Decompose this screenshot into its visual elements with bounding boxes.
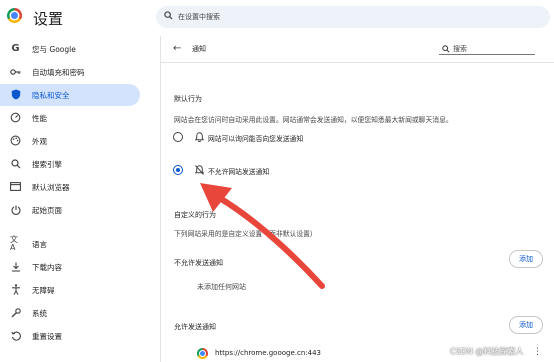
power-icon bbox=[10, 204, 21, 215]
notifications-search-field[interactable]: 搜索 bbox=[439, 43, 535, 55]
sidebar-item-default-browser[interactable]: 默认浏览器 bbox=[0, 176, 140, 198]
browser-window-icon bbox=[10, 181, 21, 192]
sidebar-item-label: 隐私和安全 bbox=[32, 91, 70, 100]
sidebar-item-label: 自动填充和密码 bbox=[32, 68, 85, 77]
radio-allow-ask[interactable] bbox=[173, 132, 183, 142]
palette-icon bbox=[10, 135, 21, 146]
translate-icon: 文A bbox=[10, 234, 18, 252]
key-icon bbox=[10, 66, 21, 77]
google-g-icon: G bbox=[11, 42, 20, 54]
settings-search-box[interactable] bbox=[156, 6, 550, 28]
sidebar-item-autofill[interactable]: 自动填充和密码 bbox=[0, 61, 140, 83]
site-url: https://chrome.goooge.cn:443 bbox=[215, 349, 322, 357]
shield-icon bbox=[10, 89, 21, 100]
notifications-search-placeholder: 搜索 bbox=[453, 45, 467, 53]
radio-block-notifications[interactable] bbox=[173, 165, 183, 175]
back-arrow-icon[interactable]: ← bbox=[173, 43, 181, 54]
download-icon bbox=[10, 261, 21, 272]
app-title: 设置 bbox=[33, 10, 64, 28]
add-allowed-site-button[interactable]: 添加 bbox=[509, 316, 543, 334]
sidebar-item-reset[interactable]: 重置设置 bbox=[0, 325, 140, 347]
site-favicon-icon bbox=[197, 348, 208, 359]
sidebar-item-label: 语言 bbox=[32, 240, 47, 249]
panel-header: ← 通知 搜索 bbox=[161, 36, 554, 62]
sidebar-item-label: 性能 bbox=[32, 114, 47, 123]
sidebar-item-label: 您与 Google bbox=[32, 45, 76, 54]
header-divider bbox=[161, 62, 554, 63]
option-allow-ask-label: 网站可以询问能否向您发送通知 bbox=[208, 135, 304, 143]
sidebar-item-label: 外观 bbox=[32, 137, 47, 146]
top-bar: 设置 bbox=[0, 0, 554, 36]
sidebar-item-label: 起始页面 bbox=[32, 206, 62, 215]
add-blocked-site-button[interactable]: 添加 bbox=[509, 250, 543, 268]
search-icon bbox=[164, 11, 173, 20]
wrench-icon bbox=[10, 307, 21, 318]
watermark-text: CSDN @科技探索人 bbox=[450, 347, 524, 356]
blocked-sites-title: 不允许发送通知 bbox=[174, 259, 223, 267]
option-block-label: 不允许网站发送通知 bbox=[208, 168, 270, 176]
sidebar-item-label: 默认浏览器 bbox=[32, 183, 70, 192]
sidebar-item-privacy-security[interactable]: 隐私和安全 bbox=[0, 84, 140, 106]
sidebar-item-you-and-google[interactable]: G 您与 Google bbox=[0, 38, 140, 60]
bell-icon bbox=[195, 132, 204, 142]
allowed-sites-title: 允许发送通知 bbox=[174, 323, 216, 331]
default-behavior-description: 网站会在您访问时自动采用此设置。网站通常会发送通知，以便您知悉最大新闻或聊天消息… bbox=[174, 116, 453, 124]
sidebar-item-accessibility[interactable]: 无障碍 bbox=[0, 279, 140, 301]
sidebar-item-appearance[interactable]: 外观 bbox=[0, 130, 140, 152]
search-icon bbox=[442, 45, 450, 53]
custom-behavior-description: 下列网站采用的是自定义设置（而非默认设置） bbox=[174, 230, 317, 238]
page-title: 通知 bbox=[192, 45, 206, 53]
speedometer-icon bbox=[10, 112, 21, 123]
default-behavior-heading: 默认行为 bbox=[174, 95, 202, 103]
sidebar-item-label: 无障碍 bbox=[32, 286, 55, 295]
sidebar-item-label: 系统 bbox=[32, 309, 47, 318]
accessibility-icon bbox=[10, 284, 21, 295]
sidebar-item-label: 重置设置 bbox=[32, 332, 62, 341]
sidebar-item-performance[interactable]: 性能 bbox=[0, 107, 140, 129]
sidebar-item-search-engine[interactable]: 搜索引擎 bbox=[0, 153, 140, 175]
search-icon bbox=[10, 158, 21, 169]
sidebar-item-downloads[interactable]: 下载内容 bbox=[0, 256, 140, 278]
sidebar-item-label: 搜索引擎 bbox=[32, 160, 62, 169]
blocked-sites-empty: 未添加任何网站 bbox=[197, 283, 246, 291]
sidebar: G 您与 Google 自动填充和密码 隐私和安全 性能 外观 搜索引擎 默认浏… bbox=[0, 36, 150, 362]
sidebar-item-startup[interactable]: 起始页面 bbox=[0, 199, 140, 221]
sidebar-item-label: 下载内容 bbox=[32, 263, 62, 272]
notifications-panel: ← 通知 搜索 默认行为 网站会在您访问时自动采用此设置。网站通常会发送通知，以… bbox=[160, 36, 554, 362]
more-vert-icon[interactable]: ⋮ bbox=[533, 347, 542, 357]
bell-off-icon bbox=[195, 165, 204, 175]
sidebar-item-languages[interactable]: 文A 语言 bbox=[0, 233, 140, 255]
chrome-logo-icon bbox=[7, 8, 22, 23]
settings-search-input[interactable] bbox=[178, 9, 538, 25]
reset-icon bbox=[10, 330, 21, 341]
custom-behavior-heading: 自定义的行为 bbox=[174, 211, 216, 219]
sidebar-item-system[interactable]: 系统 bbox=[0, 302, 140, 324]
